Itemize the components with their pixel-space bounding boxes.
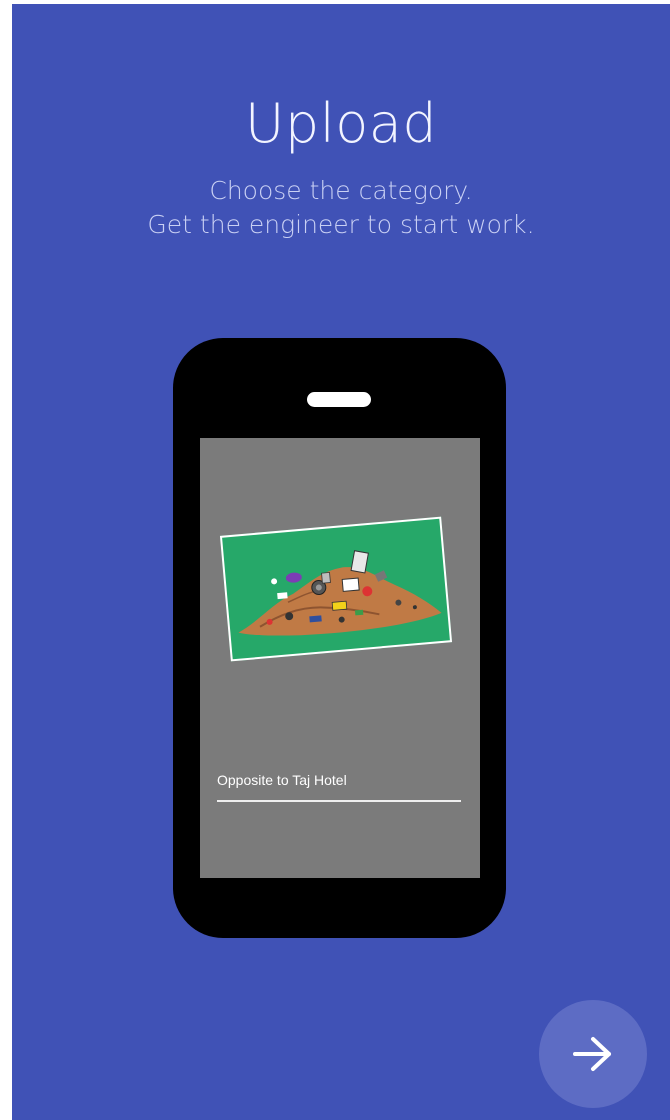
location-field-underline	[217, 800, 461, 802]
subtitle-line-1: Choose the category.	[209, 176, 473, 205]
garbage-pile-image	[238, 550, 442, 636]
next-button[interactable]	[539, 1000, 647, 1108]
location-field: Opposite to Taj Hotel	[217, 772, 347, 788]
phone-illustration: Opposite to Taj Hotel	[173, 338, 506, 938]
arrow-right-icon	[573, 1037, 611, 1071]
phone-speaker	[307, 392, 371, 407]
page-title: Upload	[244, 92, 438, 155]
onboarding-screen: Upload Choose the category. Get the engi…	[12, 4, 670, 1120]
subtitle-line-2: Get the engineer to start work.	[147, 210, 535, 239]
garbage-photo	[219, 516, 453, 662]
phone-screen: Opposite to Taj Hotel	[200, 438, 480, 878]
